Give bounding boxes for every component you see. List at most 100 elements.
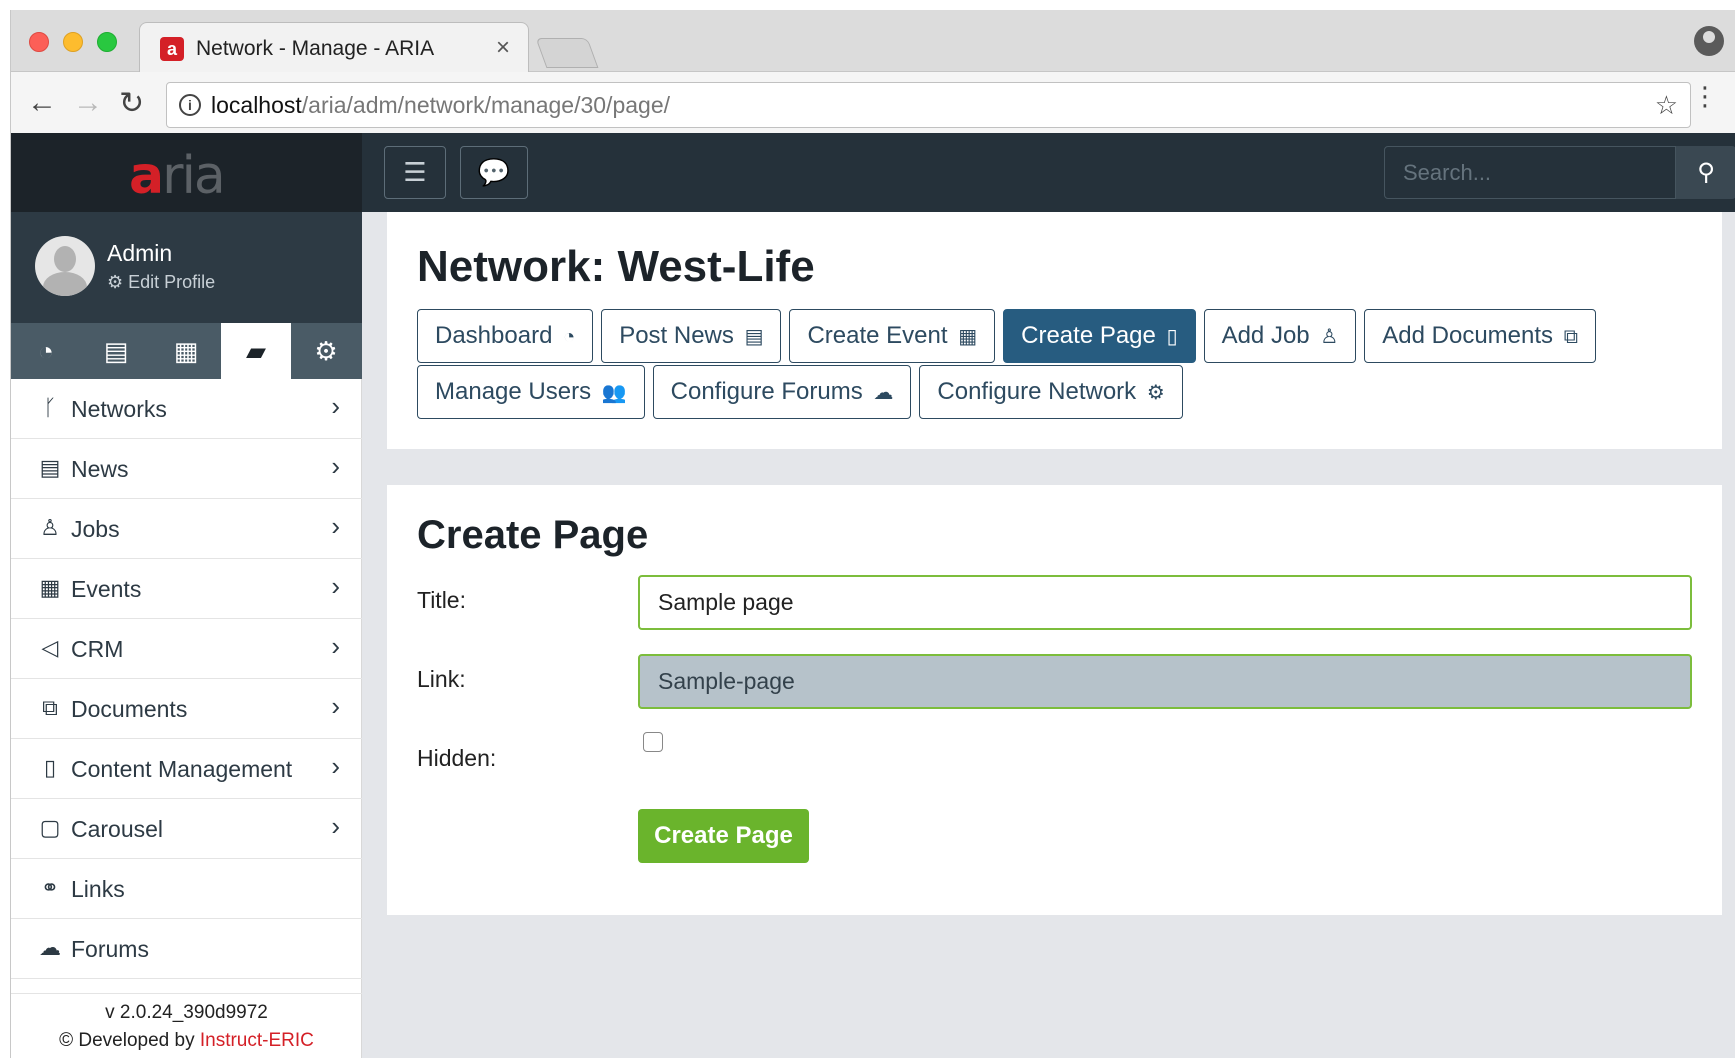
sidebar-item-carousel[interactable]: ▢ Carousel › xyxy=(11,799,362,859)
link-field[interactable] xyxy=(638,654,1692,709)
user-panel: Admin ⚙ Edit Profile xyxy=(11,212,362,323)
configure-network-button[interactable]: Configure Network ⚙ xyxy=(919,365,1183,419)
gear-icon: ⚙ xyxy=(314,336,338,366)
calendar-icon: ▦ xyxy=(39,575,61,600)
version-text: v 2.0.24_390d9972 xyxy=(105,1002,268,1023)
sidebar-item-crm[interactable]: ◁ CRM › xyxy=(11,619,362,679)
tab-building[interactable]: ▦ xyxy=(151,323,221,379)
manage-users-button[interactable]: Manage Users 👥 xyxy=(417,365,645,419)
sidebar: aria Admin ⚙ Edit Profile ◔ ▤ ▦ ▰ ⚙ ᚴ Ne… xyxy=(11,133,362,1058)
sidebar-item-documents[interactable]: ⧉ Documents › xyxy=(11,679,362,739)
file-text-icon: ▤ xyxy=(39,455,61,480)
paper-plane-icon: ◁ xyxy=(41,635,59,660)
configure-forums-button[interactable]: Configure Forums ☁ xyxy=(652,365,912,419)
network-actions-row-2: Manage Users 👥 Configure Forums ☁ Config… xyxy=(417,365,1183,419)
network-header-panel: Network: West-Life Dashboard ◔ Post News… xyxy=(387,212,1722,449)
create-page-tab-button[interactable]: Create Page ▯ xyxy=(1003,309,1196,363)
reload-icon[interactable]: ↻ xyxy=(119,86,144,121)
browser-toolbar: ← → ↻ i localhost/aria/adm/network/manag… xyxy=(11,72,1735,142)
sidebar-item-events[interactable]: ▦ Events › xyxy=(11,559,362,619)
title-field[interactable] xyxy=(638,575,1692,630)
info-icon[interactable]: i xyxy=(179,94,201,116)
back-arrow-icon[interactable]: ← xyxy=(27,86,57,120)
copy-icon: ⧉ xyxy=(1563,326,1578,348)
minimize-window-button[interactable] xyxy=(63,32,83,52)
button-label: Configure Network xyxy=(937,378,1137,405)
hidden-checkbox[interactable] xyxy=(643,732,663,752)
user-name: Admin xyxy=(107,240,173,266)
sidebar-item-jobs[interactable]: ♙ Jobs › xyxy=(11,499,362,559)
sidebar-item-label: Documents xyxy=(71,696,188,722)
copy-icon: ⧉ xyxy=(42,695,58,720)
search-icon: ⚲ xyxy=(1697,159,1715,186)
sidebar-menu: ᚴ Networks › ▤ News › ♙ Jobs › ▦ Events xyxy=(11,379,362,979)
sidebar-item-news[interactable]: ▤ News › xyxy=(11,439,362,499)
search-group: ⚲ xyxy=(1384,146,1735,199)
title-label: Title: xyxy=(417,587,466,613)
browser-tab[interactable]: a Network - Manage - ARIA × xyxy=(139,22,529,72)
chat-button[interactable]: 💬 xyxy=(460,146,528,199)
address-bar[interactable]: i localhost/aria/adm/network/manage/30/p… xyxy=(166,82,1691,128)
comments-icon: ☁ xyxy=(873,382,894,404)
sidebar-item-forums[interactable]: ☁ Forums xyxy=(11,919,362,979)
sidebar-item-content-management[interactable]: ▯ Content Management › xyxy=(11,739,362,799)
button-label: Manage Users xyxy=(435,378,592,405)
button-label: Post News xyxy=(619,322,734,349)
dashboard-button[interactable]: Dashboard ◔ xyxy=(417,309,594,363)
edit-profile-link[interactable]: ⚙ Edit Profile xyxy=(107,272,215,293)
tab-book[interactable]: ▰ xyxy=(221,323,291,379)
chevron-right-icon: › xyxy=(331,511,340,541)
hidden-label: Hidden: xyxy=(417,745,497,771)
bookmark-star-icon[interactable]: ☆ xyxy=(1655,90,1678,121)
chevron-right-icon: › xyxy=(331,811,340,841)
create-page-submit-button[interactable]: Create Page xyxy=(638,809,809,863)
sidebar-item-label: News xyxy=(71,456,129,482)
post-news-button[interactable]: Post News ▤ xyxy=(601,309,782,363)
avatar xyxy=(35,236,95,296)
dashboard-icon: ◔ xyxy=(38,336,54,366)
url-text[interactable]: localhost/aria/adm/network/manage/30/pag… xyxy=(211,92,670,119)
chat-bubbles-icon: 💬 xyxy=(477,157,511,187)
search-input[interactable] xyxy=(1384,146,1676,199)
file-icon: ▯ xyxy=(1166,326,1178,348)
dashboard-icon: ◔ xyxy=(563,326,576,348)
forward-arrow-icon[interactable]: → xyxy=(73,86,103,120)
profile-icon[interactable] xyxy=(1694,26,1724,56)
book-icon: ▰ xyxy=(246,336,266,366)
form-heading: Create Page xyxy=(417,513,649,557)
code-fork-icon: ᚴ xyxy=(43,395,57,420)
hamburger-icon: ☰ xyxy=(403,157,427,187)
tab-dashboard[interactable]: ◔ xyxy=(11,323,81,379)
maximize-window-button[interactable] xyxy=(97,32,117,52)
tab-close-icon[interactable]: × xyxy=(496,34,510,62)
top-navbar: ☰ 💬 ⚲ xyxy=(362,133,1735,212)
aria-logo[interactable]: aria xyxy=(129,146,226,206)
browser-menu-icon[interactable]: ⋮ xyxy=(1692,83,1718,109)
search-button[interactable]: ⚲ xyxy=(1676,146,1735,199)
user-tie-icon: ♙ xyxy=(40,515,60,540)
button-label: Add Job xyxy=(1221,322,1310,349)
button-label: Dashboard xyxy=(435,322,553,349)
calendar-icon: ▦ xyxy=(958,326,978,348)
user-tie-icon: ♙ xyxy=(1320,326,1339,348)
brand-header[interactable]: aria xyxy=(11,133,362,212)
cogs-icon: ⚙ xyxy=(1146,382,1165,404)
add-documents-button[interactable]: Add Documents ⧉ xyxy=(1364,309,1596,363)
new-tab-button[interactable] xyxy=(535,38,599,68)
close-window-button[interactable] xyxy=(29,32,49,52)
create-event-button[interactable]: Create Event ▦ xyxy=(789,309,996,363)
tab-archive[interactable]: ▤ xyxy=(81,323,151,379)
instruct-eric-link[interactable]: Instruct-ERIC xyxy=(200,1030,314,1051)
sidebar-item-links[interactable]: ⚭ Links xyxy=(11,859,362,919)
sidebar-item-label: Jobs xyxy=(71,516,120,542)
create-page-form-panel: Create Page Title: Link: Hidden: Create … xyxy=(387,485,1722,915)
sidebar-item-networks[interactable]: ᚴ Networks › xyxy=(11,379,362,439)
add-job-button[interactable]: Add Job ♙ xyxy=(1203,309,1357,363)
tab-settings[interactable]: ⚙ xyxy=(291,323,361,379)
button-label: Add Documents xyxy=(1382,322,1554,349)
sidebar-toggle-button[interactable]: ☰ xyxy=(384,146,446,199)
button-label: Create Page xyxy=(1021,322,1156,349)
users-icon: 👥 xyxy=(601,382,627,404)
tab-title: Network - Manage - ARIA xyxy=(196,37,435,60)
sidebar-item-label: Carousel xyxy=(71,816,164,842)
